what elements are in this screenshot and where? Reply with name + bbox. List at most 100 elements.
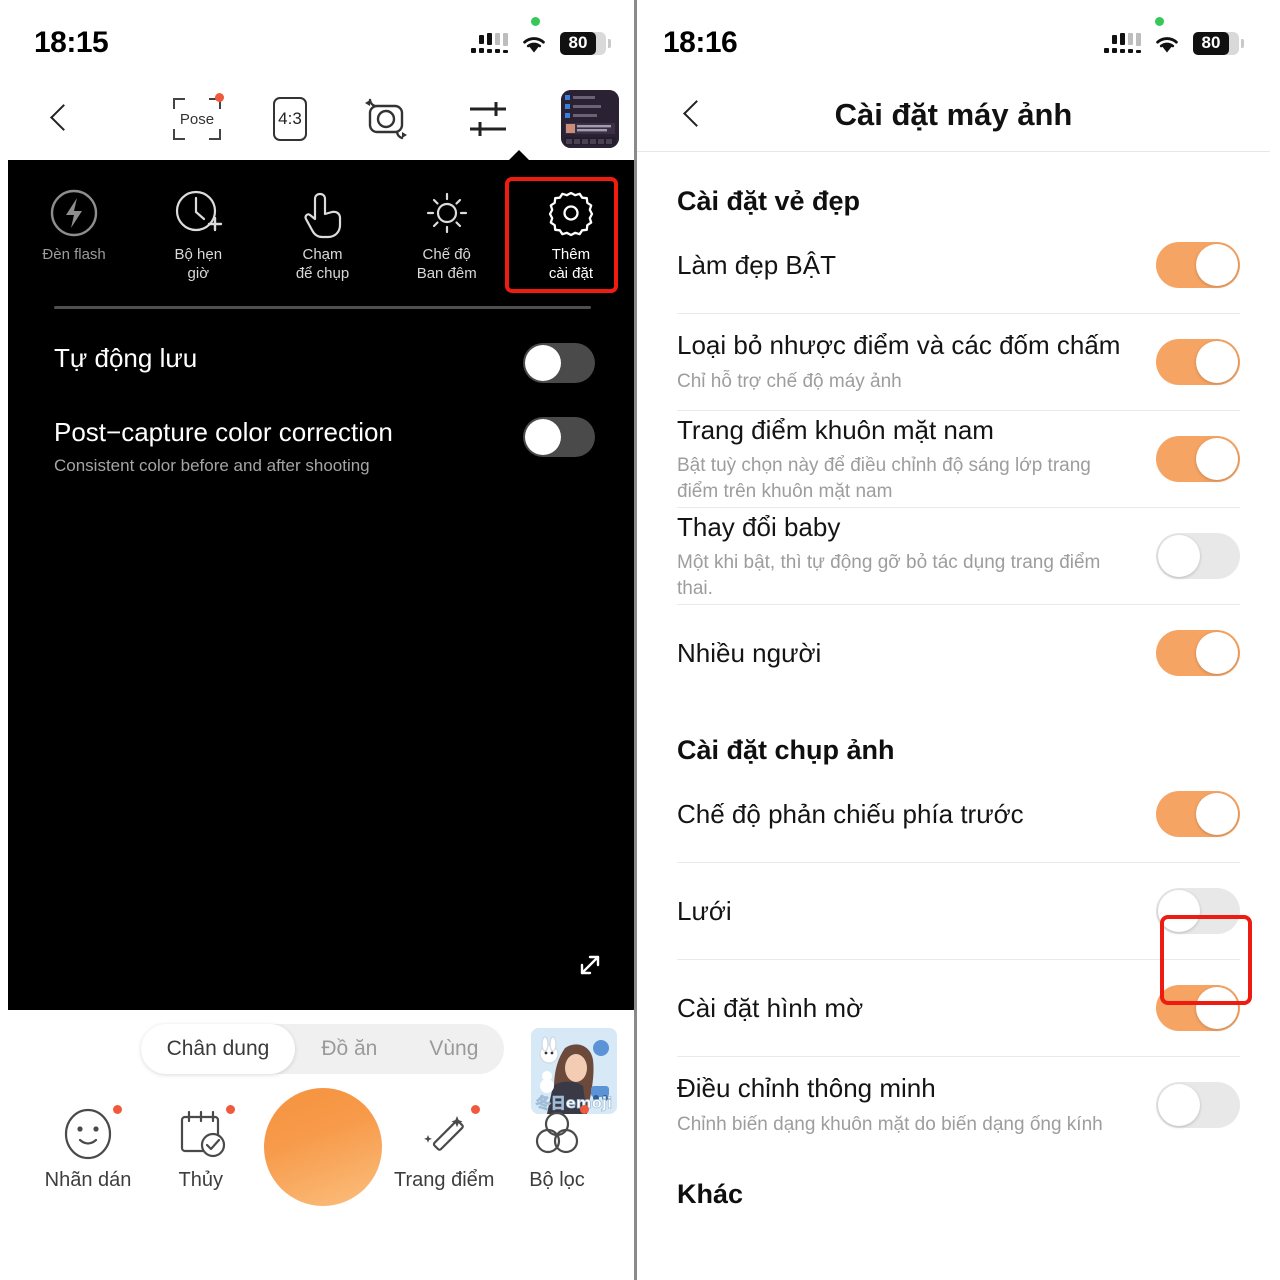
calendar-check-icon bbox=[170, 1103, 232, 1165]
camera-top-toolbar: Pose 4:3 bbox=[8, 78, 634, 161]
blemish-removal-toggle[interactable] bbox=[1156, 339, 1240, 385]
pose-button[interactable]: Pose bbox=[173, 93, 224, 140]
setting-subtitle: Một khi bật, thì tự động gỡ bỏ tác dụng … bbox=[677, 552, 1101, 599]
quick-settings-row: Đèn flash Bộ hẹn giờ Chạm để chụp Chế độ… bbox=[8, 160, 634, 293]
quick-label-line1: Đèn flash bbox=[42, 246, 106, 263]
smart-adjust-toggle[interactable] bbox=[1156, 1082, 1240, 1128]
shutter-circle bbox=[263, 1088, 382, 1206]
dual-screenshot: 18:15 80 Pose 4:3 Đèn flash Bộ hẹn giờ C… bbox=[0, 0, 1280, 1280]
multi-person-toggle[interactable] bbox=[1156, 630, 1240, 676]
setting-row-front-mirror[interactable]: Chế độ phản chiếu phía trước bbox=[677, 766, 1270, 862]
shutter-button[interactable] bbox=[258, 1088, 388, 1206]
setting-subtitle: Chỉ hỗ trợ chế độ máy ảnh bbox=[677, 370, 902, 392]
setting-row-watermark[interactable]: Cài đặt hình mờ bbox=[677, 915, 1270, 1056]
status-clock: 18:15 bbox=[34, 26, 109, 59]
flip-camera-icon bbox=[365, 98, 407, 140]
quick-setting-flash[interactable]: Đèn flash bbox=[12, 176, 136, 284]
section-heading-other: Khác bbox=[677, 1179, 744, 1209]
mode-tab-food[interactable]: Đồ ăn bbox=[295, 1024, 403, 1074]
expand-viewfinder-button[interactable] bbox=[573, 948, 607, 982]
setting-row-autosave[interactable]: Tự động lưu bbox=[8, 342, 634, 383]
setting-title: Thay đổi baby bbox=[677, 511, 841, 542]
watermark-toggle[interactable] bbox=[1156, 985, 1240, 1031]
adjust-button[interactable] bbox=[465, 97, 511, 141]
setting-title: Chế độ phản chiếu phía trước bbox=[677, 798, 1024, 829]
settings-list-photo: Chế độ phản chiếu phía trước Lưới Cài đặ… bbox=[637, 766, 1270, 1153]
section-heading-beauty: Cài đặt vẻ đẹp bbox=[677, 186, 861, 216]
panel-divider bbox=[54, 305, 591, 309]
magic-wand-icon bbox=[413, 1103, 475, 1165]
stickers-badge-dot bbox=[113, 1104, 122, 1114]
sliders-icon bbox=[470, 102, 506, 136]
male-makeup-toggle[interactable] bbox=[1156, 436, 1240, 482]
action-label: Nhãn dán bbox=[44, 1168, 132, 1191]
quick-label-line1: Chạm bbox=[302, 246, 343, 263]
action-label: Thủy bbox=[178, 1168, 223, 1191]
settings-header: Cài đặt máy ảnh bbox=[637, 78, 1270, 152]
aspect-ratio-label: 4:3 bbox=[278, 109, 302, 128]
settings-list-beauty: Làm đẹp BẬT Loại bỏ nhược điểm và các đố… bbox=[637, 217, 1270, 701]
mode-tab-region[interactable]: Vùng bbox=[403, 1024, 504, 1074]
beauty-on-toggle[interactable] bbox=[1156, 242, 1240, 288]
setting-subtitle: Consistent color before and after shooti… bbox=[54, 455, 370, 475]
setting-subtitle: Chỉnh biến dạng khuôn mặt do biến dạng ố… bbox=[677, 1113, 1103, 1135]
action-calendar[interactable]: Thủy bbox=[145, 1103, 257, 1192]
right-phone-screen: 18:16 80 Cài đặt máy ảnh Cài đặt vẻ đẹp … bbox=[637, 0, 1280, 1280]
sticker-pack-thumbnail[interactable]: 冬日emoji bbox=[531, 1028, 617, 1114]
setting-row-baby-mode[interactable]: Thay đổi baby Một khi bật, thì tự động g… bbox=[677, 508, 1270, 604]
battery-percent: 80 bbox=[560, 31, 596, 55]
setting-title: Lưới bbox=[677, 895, 732, 926]
camera-bottom-bar: Chân dung Đồ ăn Vùng 冬日emoji Nhãn dán Th… bbox=[8, 1010, 634, 1206]
grid-toggle[interactable] bbox=[1156, 888, 1240, 934]
battery-percent: 80 bbox=[1193, 31, 1229, 55]
pose-badge-dot bbox=[215, 93, 224, 102]
back-button[interactable] bbox=[42, 99, 82, 139]
aspect-ratio-button[interactable]: 4:3 bbox=[273, 97, 307, 141]
setting-row-color-correction[interactable]: Post−capture color correction Consistent… bbox=[8, 416, 634, 476]
quick-setting-more-settings[interactable]: Thêm cài đặt bbox=[509, 176, 633, 284]
setting-title: Cài đặt hình mờ bbox=[677, 992, 864, 1023]
filters-badge-dot bbox=[580, 1104, 589, 1114]
setting-title: Post−capture color correction bbox=[54, 416, 393, 447]
section-heading-photo: Cài đặt chụp ảnh bbox=[677, 735, 895, 765]
setting-row-smart-adjust[interactable]: Điều chỉnh thông minh Chỉnh biến dạng kh… bbox=[677, 1057, 1270, 1153]
cellular-signal-icon bbox=[471, 33, 508, 53]
quick-setting-timer[interactable]: Bộ hẹn giờ bbox=[136, 176, 260, 284]
quick-label-line1: Chế độ bbox=[422, 246, 471, 263]
thumbnail-preview-icon bbox=[561, 90, 619, 148]
gear-icon bbox=[544, 186, 598, 240]
camera-settings-panel: Đèn flash Bộ hẹn giờ Chạm để chụp Chế độ… bbox=[8, 160, 634, 1010]
calendar-badge-dot bbox=[225, 1104, 235, 1114]
color-correction-toggle[interactable] bbox=[523, 416, 595, 457]
baby-mode-toggle[interactable] bbox=[1156, 533, 1240, 579]
setting-row-blemish-removal[interactable]: Loại bỏ nhược điểm và các đốm chấm Chỉ h… bbox=[677, 314, 1270, 410]
setting-row-beauty-on[interactable]: Làm đẹp BẬT bbox=[677, 217, 1270, 313]
setting-row-male-makeup[interactable]: Trang điểm khuôn mặt nam Bật tuỳ chọn nà… bbox=[677, 411, 1270, 507]
wifi-icon bbox=[523, 36, 545, 52]
quick-label-line2: để chụp bbox=[295, 264, 350, 282]
expand-arrows-icon bbox=[580, 955, 600, 975]
setting-title: Trang điểm khuôn mặt nam bbox=[677, 414, 994, 445]
setting-title: Nhiều người bbox=[677, 637, 822, 668]
status-clock: 18:16 bbox=[663, 26, 738, 59]
mode-tab-portrait[interactable]: Chân dung bbox=[140, 1024, 296, 1074]
timer-icon bbox=[171, 186, 225, 240]
quick-setting-touch-capture[interactable]: Chạm để chụp bbox=[260, 176, 384, 284]
action-label: Bộ lọc bbox=[529, 1168, 585, 1191]
front-mirror-toggle[interactable] bbox=[1156, 791, 1240, 837]
action-stickers[interactable]: Nhãn dán bbox=[32, 1103, 144, 1192]
action-filters[interactable]: Bộ lọc bbox=[501, 1103, 613, 1192]
action-makeup[interactable]: Trang điểm bbox=[388, 1103, 500, 1192]
setting-row-multi-person[interactable]: Nhiều người bbox=[677, 605, 1270, 701]
flip-camera-button[interactable] bbox=[359, 97, 413, 141]
autosave-toggle[interactable] bbox=[523, 342, 595, 383]
quick-setting-night-mode[interactable]: Chế độ Ban đêm bbox=[385, 176, 509, 284]
battery-icon: 80 bbox=[1193, 31, 1244, 55]
pose-label: Pose bbox=[179, 110, 215, 128]
touch-capture-icon bbox=[296, 186, 350, 240]
setting-row-grid[interactable]: Lưới bbox=[677, 863, 1270, 959]
setting-subtitle: Bật tuỳ chọn này để điều chỉnh độ sáng l… bbox=[677, 455, 1091, 502]
recent-capture-thumbnail[interactable] bbox=[561, 90, 619, 148]
quick-label-line2: Ban đêm bbox=[416, 264, 477, 282]
sticker-preview-icon: 冬日emoji bbox=[531, 1028, 617, 1114]
